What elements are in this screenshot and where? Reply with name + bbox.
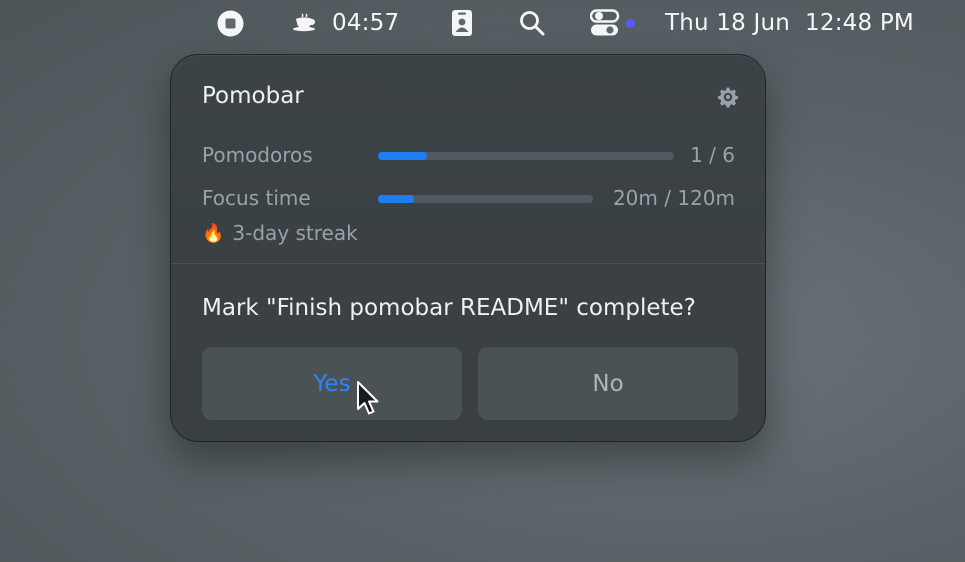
mouse-cursor-icon [357,381,379,415]
no-button-label: No [592,370,624,397]
coffee-cup-icon[interactable] [291,0,317,46]
datetime-text: Thu 18 Jun 12:48 PM [665,10,914,36]
pomodoros-value: 1 / 6 [690,143,735,167]
id-badge-icon[interactable] [451,0,473,46]
search-icon[interactable] [519,0,545,46]
yes-button[interactable]: Yes [202,347,462,420]
timer-text: 04:57 [332,10,400,36]
focus-time-progress-fill [378,195,414,203]
menu-bar: 04:57 Thu 18 Jun 12:48 PM [0,0,965,46]
focus-time-label: Focus time [202,186,311,210]
streak-row: 🔥 3-day streak [202,221,358,245]
fire-icon: 🔥 [202,222,225,244]
control-center-icon[interactable] [590,0,620,46]
clock[interactable]: Thu 18 Jun 12:48 PM [665,0,914,46]
yes-button-label: Yes [313,370,351,397]
status-dot-icon [626,19,635,28]
divider [171,263,765,264]
focus-time-progress-bar [378,195,593,203]
completion-question: Mark "Finish pomobar README" complete? [202,295,696,321]
pomodoros-progress-fill [378,152,428,160]
stop-icon[interactable] [217,0,244,46]
pomodoros-progress-bar [378,152,674,160]
gear-icon[interactable] [717,86,739,108]
pomobar-popover: Pomobar Pomodoros 1 / 6 Focus time 20m /… [170,54,766,442]
pomodoros-label: Pomodoros [202,143,313,167]
popover-title: Pomobar [202,83,304,109]
streak-text: 3-day streak [232,221,358,245]
no-button[interactable]: No [478,347,738,420]
focus-time-value: 20m / 120m [612,186,735,210]
